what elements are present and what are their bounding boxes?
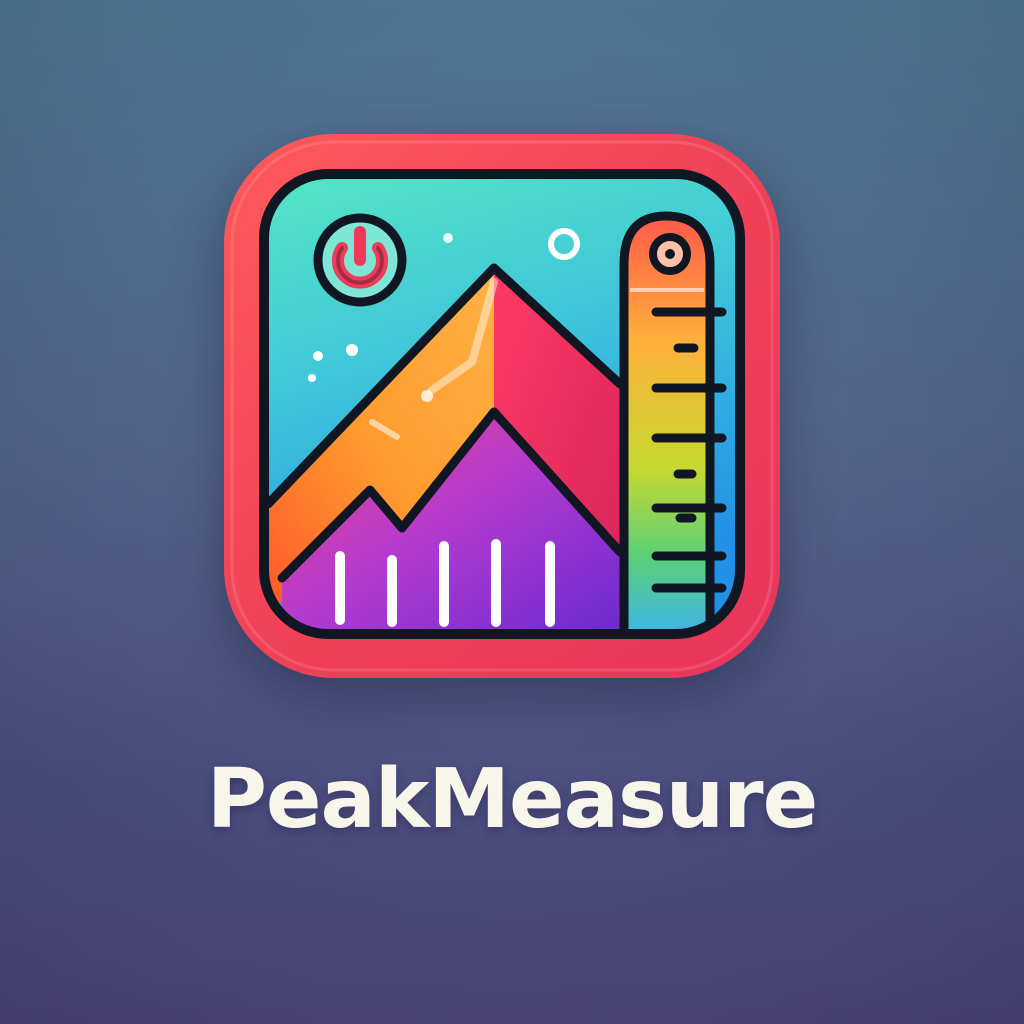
brand-wordmark: PeakMeasure [206, 752, 818, 847]
ruler-icon [619, 211, 727, 634]
app-icon-graphic [224, 134, 780, 678]
power-icon [313, 213, 407, 307]
app-icon [222, 132, 782, 680]
logo-screen: { "brand": { "name": "PeakMeasure" }, "c… [0, 0, 1024, 1024]
